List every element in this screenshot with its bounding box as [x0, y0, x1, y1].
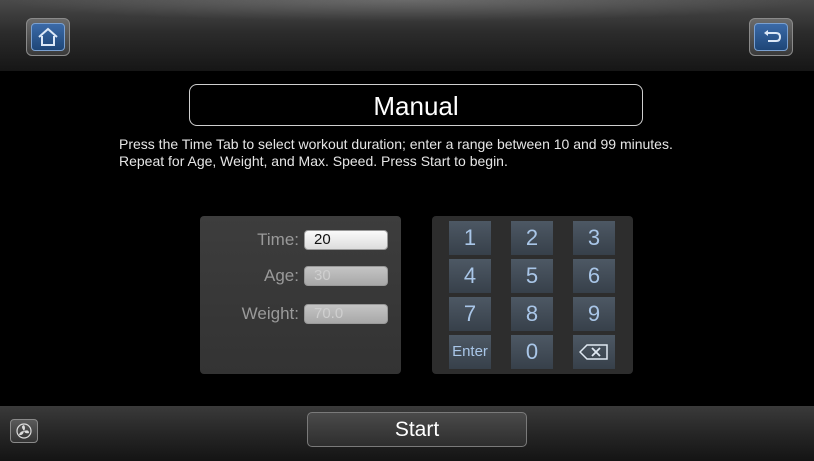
- numeric-keypad: 1 2 3 4 5 6 7 8 9 Enter 0: [432, 216, 633, 374]
- key-8[interactable]: 8: [511, 297, 553, 331]
- key-2[interactable]: 2: [511, 221, 553, 255]
- time-label: Time:: [257, 230, 299, 249]
- weight-label: Weight:: [241, 304, 299, 323]
- key-enter[interactable]: Enter: [449, 335, 491, 369]
- weight-row: Weight: 70.0: [200, 302, 401, 326]
- key-9[interactable]: 9: [573, 297, 615, 331]
- home-icon: [31, 23, 65, 51]
- backspace-key[interactable]: [573, 335, 615, 369]
- time-row: Time: 20: [200, 228, 401, 252]
- key-1[interactable]: 1: [449, 221, 491, 255]
- age-row: Age: 30: [200, 264, 401, 288]
- back-arrow-icon: [754, 23, 788, 51]
- fan-button[interactable]: [10, 419, 38, 443]
- key-4[interactable]: 4: [449, 259, 491, 293]
- key-5[interactable]: 5: [511, 259, 553, 293]
- time-field[interactable]: 20: [304, 230, 388, 250]
- key-6[interactable]: 6: [573, 259, 615, 293]
- workout-fields-panel: Time: 20 Age: 30 Weight: 70.0: [200, 216, 401, 374]
- key-7[interactable]: 7: [449, 297, 491, 331]
- backspace-icon: [579, 344, 608, 360]
- key-3[interactable]: 3: [573, 221, 615, 255]
- home-button[interactable]: [26, 18, 70, 56]
- fan-icon: [16, 423, 32, 439]
- start-button[interactable]: Start: [307, 412, 527, 447]
- key-0[interactable]: 0: [511, 335, 553, 369]
- page-title: Manual: [189, 84, 643, 126]
- age-field[interactable]: 30: [304, 266, 388, 286]
- back-button[interactable]: [749, 18, 793, 56]
- weight-field[interactable]: 70.0: [304, 304, 388, 324]
- instructions-text: Press the Time Tab to select workout dur…: [119, 136, 673, 169]
- top-bar: [0, 0, 814, 71]
- age-label: Age:: [264, 266, 299, 285]
